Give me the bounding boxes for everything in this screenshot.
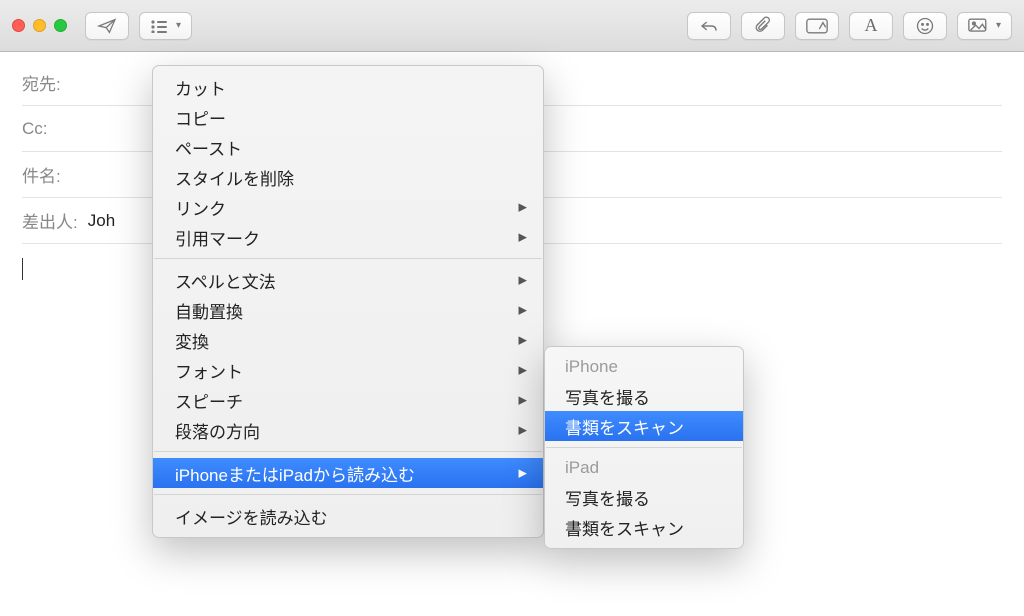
font-icon: A — [864, 15, 877, 36]
menu-item-label: ペースト — [175, 135, 242, 160]
menu-item-label: イメージを読み込む — [175, 504, 328, 529]
markup-icon — [806, 18, 828, 34]
menu-item-label: スピーチ — [175, 388, 243, 413]
menu-item-label: コピー — [175, 105, 226, 130]
menu-item-label: iPhoneまたはiPadから読み込む — [175, 461, 415, 486]
menu-item-cut[interactable]: カット — [153, 72, 543, 102]
menu-item-label: 変換 — [175, 328, 209, 353]
paperclip-icon — [754, 16, 772, 36]
menu-item-label: 引用マーク — [175, 225, 260, 250]
titlebar: ▾ A — [0, 0, 1024, 52]
menu-item-remove-style[interactable]: スタイルを削除 — [153, 162, 543, 192]
submenu-item-label: 写真を撮る — [565, 384, 650, 409]
menu-item-import-image[interactable]: イメージを読み込む — [153, 501, 543, 531]
emoji-icon — [915, 16, 935, 36]
from-label: 差出人: — [22, 208, 78, 233]
context-menu: カット コピー ペースト スタイルを削除 リンク 引用マーク スペルと文法 自動… — [152, 65, 544, 538]
list-icon — [150, 19, 170, 33]
menu-separator — [154, 451, 542, 452]
menu-item-font[interactable]: フォント — [153, 355, 543, 385]
chevron-down-icon: ▾ — [996, 20, 1001, 31]
menu-item-substitutions[interactable]: 自動置換 — [153, 295, 543, 325]
send-icon — [97, 18, 117, 34]
menu-item-label: フォント — [175, 358, 243, 383]
menu-item-import-from-device[interactable]: iPhoneまたはiPadから読み込む — [153, 458, 543, 488]
header-fields-button[interactable]: ▾ — [139, 12, 192, 40]
menu-separator — [154, 494, 542, 495]
submenu-item-take-photo-iphone[interactable]: 写真を撮る — [545, 381, 743, 411]
minimize-window-button[interactable] — [33, 19, 46, 32]
menu-item-writing-direction[interactable]: 段落の方向 — [153, 415, 543, 445]
subject-label: 件名: — [22, 162, 70, 187]
menu-item-label: カット — [175, 75, 226, 100]
reply-button[interactable] — [687, 12, 731, 40]
to-label: 宛先: — [22, 70, 70, 95]
menu-item-paste[interactable]: ペースト — [153, 132, 543, 162]
submenu-group-title-ipad: iPad — [545, 454, 743, 482]
submenu-separator — [546, 447, 742, 448]
emoji-button[interactable] — [903, 12, 947, 40]
window-controls — [12, 19, 67, 32]
attach-button[interactable] — [741, 12, 785, 40]
text-cursor — [22, 258, 23, 280]
cc-label: Cc: — [22, 119, 70, 139]
format-button[interactable]: A — [849, 12, 893, 40]
menu-item-transformations[interactable]: 変換 — [153, 325, 543, 355]
from-value: Joh — [88, 211, 115, 231]
menu-item-label: 自動置換 — [175, 298, 243, 323]
menu-separator — [154, 258, 542, 259]
menu-item-spelling[interactable]: スペルと文法 — [153, 265, 543, 295]
close-window-button[interactable] — [12, 19, 25, 32]
markup-button[interactable] — [795, 12, 839, 40]
send-button[interactable] — [85, 12, 129, 40]
submenu-group-title-iphone: iPhone — [545, 353, 743, 381]
photo-icon — [968, 18, 990, 34]
submenu-item-scan-document-ipad[interactable]: 書類をスキャン — [545, 512, 743, 542]
menu-item-copy[interactable]: コピー — [153, 102, 543, 132]
zoom-window-button[interactable] — [54, 19, 67, 32]
photo-browser-button[interactable]: ▾ — [957, 12, 1012, 40]
import-submenu: iPhone 写真を撮る 書類をスキャン iPad 写真を撮る 書類をスキャン — [544, 346, 744, 549]
submenu-item-label: 書類をスキャン — [565, 515, 684, 540]
submenu-item-scan-document-iphone[interactable]: 書類をスキャン — [545, 411, 743, 441]
menu-item-speech[interactable]: スピーチ — [153, 385, 543, 415]
menu-item-label: 段落の方向 — [175, 418, 260, 443]
menu-item-label: スペルと文法 — [175, 268, 276, 293]
menu-item-label: スタイルを削除 — [175, 165, 294, 190]
submenu-item-label: 書類をスキャン — [565, 414, 684, 439]
submenu-item-take-photo-ipad[interactable]: 写真を撮る — [545, 482, 743, 512]
menu-item-label: リンク — [175, 195, 226, 220]
reply-icon — [699, 19, 719, 33]
submenu-item-label: 写真を撮る — [565, 485, 650, 510]
menu-item-link[interactable]: リンク — [153, 192, 543, 222]
menu-item-quote[interactable]: 引用マーク — [153, 222, 543, 252]
chevron-down-icon: ▾ — [176, 20, 181, 31]
